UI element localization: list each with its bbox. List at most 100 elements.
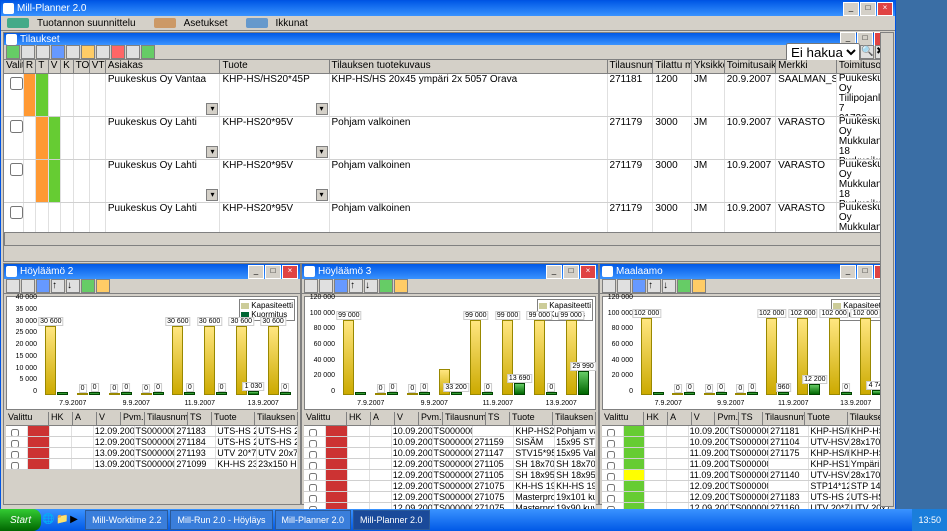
row-check[interactable]	[309, 440, 317, 447]
dropdown-icon[interactable]: ▾	[206, 146, 218, 158]
row-check[interactable]	[309, 429, 317, 436]
tb-3[interactable]	[632, 279, 646, 293]
start-button[interactable]: Start	[0, 509, 41, 531]
ql-explorer-icon[interactable]: 📁	[56, 514, 68, 526]
order-row[interactable]: Puukeskus Oy Lahti▾ KHP-HS20*95V▾ Pohjam…	[4, 160, 892, 203]
col-vt[interactable]: VT	[90, 60, 106, 73]
order-row[interactable]: Puukeskus Oy Lahti▾ KHP-HS20*95V▾ Pohjam…	[4, 117, 892, 160]
tb-filter[interactable]	[126, 45, 140, 59]
taskbar-item-0[interactable]: Mill-Worktime 2.2	[85, 510, 168, 530]
col-tilausnumero[interactable]: Tilausnumero	[608, 60, 654, 73]
schedule-row[interactable]: 13.09.2007TS00000083 271193UTV 20*70UTV …	[6, 448, 298, 459]
chart-min-button[interactable]: _	[840, 265, 856, 279]
tb-y[interactable]	[394, 279, 408, 293]
row-check[interactable]	[607, 473, 615, 480]
tb-down[interactable]: ↓	[364, 279, 378, 293]
tb-up[interactable]: ↑	[349, 279, 363, 293]
tb-go[interactable]	[677, 279, 691, 293]
search-button[interactable]: 🔍	[860, 45, 874, 59]
row-check[interactable]	[10, 163, 23, 176]
tb-down[interactable]: ↓	[66, 279, 80, 293]
ql-ie-icon[interactable]: 🌐	[42, 514, 54, 526]
row-check[interactable]	[11, 451, 19, 458]
col-yksikko[interactable]: Yksikkö	[692, 60, 725, 73]
chart-max-button[interactable]: □	[563, 265, 579, 279]
chart-max-button[interactable]: □	[857, 265, 873, 279]
schedule-row[interactable]: 12.09.2007TS00000066 271105SH 18x95SH 18…	[304, 470, 596, 481]
tb-2[interactable]	[617, 279, 631, 293]
col-k[interactable]: K	[61, 60, 73, 73]
schedule-row[interactable]: 11.09.2007TS00000060 271175KHP-HS/HS20*4…	[602, 448, 890, 459]
col-t[interactable]: T	[36, 60, 48, 73]
row-check[interactable]	[607, 462, 615, 469]
tb-2[interactable]	[319, 279, 333, 293]
dropdown-icon[interactable]: ▾	[316, 103, 328, 115]
schedule-row[interactable]: 10.09.2007TS00000054 KHP-HS20*120VPohjam…	[304, 426, 596, 437]
main-vscroll[interactable]	[880, 32, 894, 507]
tb-cut[interactable]	[96, 45, 110, 59]
schedule-row[interactable]: 10.09.2007TS00000057 271147STV15*95 TK15…	[304, 448, 596, 459]
tb-go[interactable]	[81, 279, 95, 293]
row-check[interactable]	[607, 429, 615, 436]
row-check[interactable]	[11, 440, 19, 447]
col-asiakas[interactable]: Asiakas	[106, 60, 221, 73]
schedule-row[interactable]: 11.09.2007TS00000064 271140UTV-HSV28x170…	[602, 470, 890, 481]
chart-max-button[interactable]: □	[265, 265, 281, 279]
col-r[interactable]: R	[24, 60, 36, 73]
orders-hscroll[interactable]	[4, 232, 892, 246]
row-check[interactable]	[309, 484, 317, 491]
menu-settings[interactable]: Asetukset	[148, 16, 240, 30]
row-check[interactable]	[309, 462, 317, 469]
schedule-row[interactable]: 12.09.2007TS00000068 271183UTS-HS 28x145…	[6, 426, 298, 437]
maximize-button[interactable]: □	[860, 2, 876, 16]
row-check[interactable]	[309, 495, 317, 502]
ql-player-icon[interactable]: ▶	[70, 514, 82, 526]
tb-down[interactable]: ↓	[662, 279, 676, 293]
tb-run[interactable]	[141, 45, 155, 59]
row-check[interactable]	[10, 206, 23, 219]
tb-open[interactable]	[21, 45, 35, 59]
col-merkki[interactable]: Merkki	[776, 60, 837, 73]
schedule-row[interactable]: 10.09.2007TS00000056 271159SISÄM15x95 ST…	[304, 437, 596, 448]
col-to[interactable]: TO	[74, 60, 90, 73]
col-v[interactable]: V	[49, 60, 61, 73]
search-select[interactable]: Ei hakua	[786, 43, 860, 62]
tb-up[interactable]: ↑	[647, 279, 661, 293]
tb-3[interactable]	[36, 279, 50, 293]
tb-y[interactable]	[96, 279, 110, 293]
dropdown-icon[interactable]: ▾	[206, 103, 218, 115]
minimize-button[interactable]: _	[843, 2, 859, 16]
col-valittu[interactable]: Valittu	[4, 60, 24, 73]
dropdown-icon[interactable]: ▾	[316, 146, 328, 158]
row-check[interactable]	[607, 495, 615, 502]
schedule-row[interactable]: 12.09.2007TS00000065 271105SH 18x70 VKSH…	[304, 459, 596, 470]
order-row[interactable]: Puukeskus Oy Vantaa▾ KHP-HS/HS20*45P▾ KH…	[4, 74, 892, 117]
col-toimitusaika[interactable]: Toimitusaika	[725, 60, 776, 73]
taskbar-item-3[interactable]: Mill-Planner 2.0	[353, 510, 430, 530]
tb-1[interactable]	[304, 279, 318, 293]
chart-min-button[interactable]: _	[248, 265, 264, 279]
chart-min-button[interactable]: _	[546, 265, 562, 279]
row-check[interactable]	[11, 429, 19, 436]
col-tuote[interactable]: Tuote	[220, 60, 329, 73]
row-check[interactable]	[607, 440, 615, 447]
tb-1[interactable]	[602, 279, 616, 293]
taskbar-item-1[interactable]: Mill-Run 2.0 - Höyläys	[170, 510, 272, 530]
row-check[interactable]	[10, 120, 23, 133]
schedule-row[interactable]: 12.09.2007TS00000072 STP14*120QSTP 14x12…	[602, 481, 890, 492]
schedule-row[interactable]: 13.09.2007TS00000090 271099KH-HS 23x1502…	[6, 459, 298, 470]
dropdown-icon[interactable]: ▾	[206, 189, 218, 201]
schedule-row[interactable]: 12.09.2007TS00000067 271075KH-HS 19x120K…	[304, 481, 596, 492]
tb-copy[interactable]	[81, 45, 95, 59]
taskbar-item-2[interactable]: Mill-Planner 2.0	[275, 510, 352, 530]
tb-save[interactable]	[36, 45, 50, 59]
dropdown-icon[interactable]: ▾	[316, 189, 328, 201]
chart-close-button[interactable]: ×	[282, 265, 298, 279]
schedule-row[interactable]: 12.09.2007TS00000069 271184UTS-HS 28x120…	[6, 437, 298, 448]
tb-up[interactable]: ↑	[51, 279, 65, 293]
close-button[interactable]: ×	[877, 2, 893, 16]
schedule-row[interactable]: 10.09.2007TS00000063 271104UTV-HSV28x170…	[602, 437, 890, 448]
row-check[interactable]	[607, 484, 615, 491]
tb-refresh[interactable]	[51, 45, 65, 59]
col-tuotekuvaus[interactable]: Tilauksen tuotekuvaus	[330, 60, 608, 73]
